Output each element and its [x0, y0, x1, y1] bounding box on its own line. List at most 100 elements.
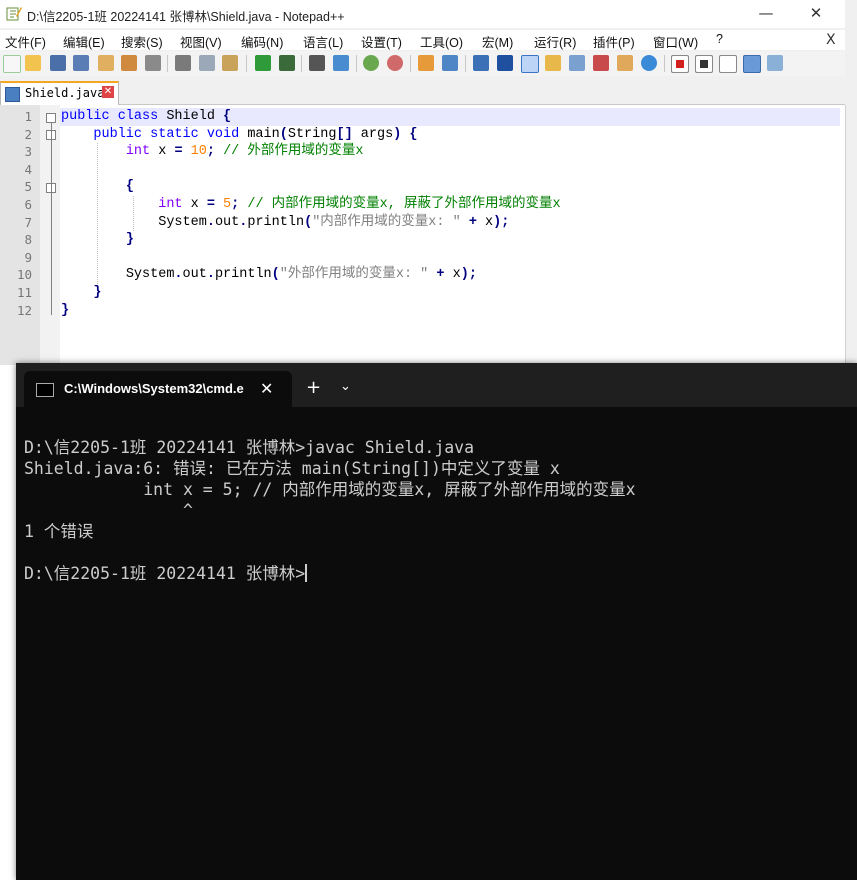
code-line-10: System.out.println("外部作用域的变量x: " + x); — [125, 267, 477, 283]
undo-icon[interactable] — [255, 55, 271, 71]
line-number: 1 — [24, 109, 32, 124]
fold-toggle-icon[interactable] — [46, 113, 56, 123]
saved-file-icon — [5, 87, 20, 102]
run-macro-multiple-icon[interactable] — [743, 55, 761, 73]
menu-window[interactable]: 窗口(W) — [653, 32, 698, 51]
code-editor[interactable]: 1 2 3 4 5 6 7 8 9 10 11 12 public class … — [0, 105, 846, 365]
save-macro-icon[interactable] — [767, 55, 783, 71]
line-number: 2 — [24, 126, 32, 142]
maximize-button[interactable] — [742, 0, 788, 28]
notepad-app-icon — [6, 7, 22, 21]
text-cursor — [305, 564, 308, 582]
toolbar-separator — [167, 55, 168, 72]
toolbar-separator — [465, 55, 466, 72]
terminal-window: C:\Windows\System32\cmd.e ✕ + ⌄ D:\信2205… — [16, 363, 857, 880]
monitoring-icon[interactable] — [641, 55, 657, 71]
document-map-icon[interactable] — [569, 55, 585, 71]
code-line-7: System.out.println("内部作用域的变量x: " + x); — [158, 214, 510, 230]
toolbar-separator — [356, 55, 357, 72]
tab-close-icon[interactable]: ✕ — [102, 86, 114, 98]
line-number: 10 — [16, 267, 32, 283]
menu-plugins[interactable]: 插件(P) — [593, 32, 635, 51]
tab-shield-java[interactable]: Shield.java ✕ — [0, 81, 119, 105]
line-number: 11 — [16, 285, 32, 300]
window-title: D:\信2205-1班 20224141 张博林\Shield.java - N… — [27, 10, 345, 24]
toolbar-separator — [664, 55, 665, 72]
paste-icon[interactable] — [222, 55, 238, 71]
record-macro-icon[interactable] — [671, 55, 689, 73]
terminal-tab-title: C:\Windows\System32\cmd.e — [64, 381, 244, 396]
toolbar-separator — [301, 55, 302, 72]
code-line-8: } — [125, 232, 134, 248]
save-icon[interactable] — [50, 55, 66, 71]
cut-icon[interactable] — [175, 55, 191, 71]
line-number: 3 — [24, 144, 32, 160]
line-number: 9 — [24, 249, 32, 265]
code-line-3: int x = 10; // 外部作用域的变量x — [125, 144, 364, 160]
terminal-prompt: D:\信2205-1班 20224141 张博林> — [24, 564, 306, 583]
menu-tools[interactable]: 工具(O) — [420, 32, 463, 51]
menu-macro[interactable]: 宏(M) — [482, 32, 513, 51]
menu-encoding[interactable]: 编码(N) — [241, 32, 283, 51]
tab-dropdown-icon[interactable]: ⌄ — [340, 379, 351, 394]
close-all-icon[interactable] — [121, 55, 137, 71]
terminal-line: int x = 5; // 内部作用域的变量x, 屏蔽了外部作用域的变量x — [24, 480, 636, 499]
menu-view[interactable]: 视图(V) — [180, 32, 222, 51]
folder-as-workspace-icon[interactable] — [617, 55, 633, 71]
line-number: 4 — [24, 161, 32, 177]
sync-vertical-icon[interactable] — [418, 55, 434, 71]
sync-horizontal-icon[interactable] — [442, 55, 458, 71]
menu-file[interactable]: 文件(F) — [5, 32, 46, 51]
menu-edit[interactable]: 编辑(E) — [63, 32, 105, 51]
terminal-line: 1 个错误 — [24, 522, 94, 541]
title-bar[interactable]: D:\信2205-1班 20224141 张博林\Shield.java - N… — [0, 0, 845, 28]
terminal-line: ^ — [24, 501, 193, 520]
fold-margin — [40, 105, 60, 365]
menu-settings[interactable]: 设置(T) — [361, 32, 402, 51]
save-all-icon[interactable] — [73, 55, 89, 71]
code-line-6: int x = 5; // 内部作用域的变量x, 屏蔽了外部作用域的变量x — [158, 197, 561, 212]
user-language-icon[interactable] — [545, 55, 561, 71]
code-line-12: } — [61, 302, 70, 318]
menu-language[interactable]: 语言(L) — [303, 32, 343, 51]
terminal-tab-close-icon[interactable]: ✕ — [260, 379, 273, 398]
terminal-prompt-line[interactable]: D:\信2205-1班 20224141 张博林> — [24, 563, 308, 584]
function-list-icon[interactable] — [593, 55, 609, 71]
code-line-5: { — [125, 179, 134, 195]
find-icon[interactable] — [309, 55, 325, 71]
show-all-characters-icon[interactable] — [497, 55, 513, 71]
word-wrap-icon[interactable] — [473, 55, 489, 71]
terminal-tab-bar: C:\Windows\System32\cmd.e ✕ + ⌄ — [16, 363, 857, 407]
close-icon[interactable] — [98, 55, 114, 71]
menu-help[interactable]: ? — [716, 32, 723, 46]
print-icon[interactable] — [145, 55, 161, 71]
close-document-button[interactable]: X — [826, 32, 836, 48]
line-number: 12 — [16, 302, 32, 318]
close-button[interactable]: ✕ — [793, 0, 839, 28]
line-number: 8 — [24, 232, 32, 248]
copy-icon[interactable] — [199, 55, 215, 71]
toolbar — [0, 51, 845, 76]
line-number-gutter: 1 2 3 4 5 6 7 8 9 10 11 12 — [0, 105, 40, 365]
terminal-tab-cmd[interactable]: C:\Windows\System32\cmd.e ✕ — [24, 371, 292, 407]
zoom-in-icon[interactable] — [363, 55, 379, 71]
fold-line — [51, 123, 52, 315]
playback-icon[interactable] — [719, 55, 737, 73]
code-line-11: } — [93, 285, 102, 300]
zoom-out-icon[interactable] — [387, 55, 403, 71]
new-tab-button[interactable]: + — [306, 377, 321, 398]
redo-icon[interactable] — [279, 55, 295, 71]
new-file-icon[interactable] — [3, 55, 21, 73]
stop-recording-icon[interactable] — [695, 55, 713, 73]
toolbar-separator — [246, 55, 247, 72]
menu-bar: 文件(F) 编辑(E) 搜索(S) 视图(V) 编码(N) 语言(L) 设置(T… — [0, 30, 845, 50]
menu-run[interactable]: 运行(R) — [534, 32, 576, 51]
line-number: 7 — [24, 214, 32, 230]
indent-guide-icon[interactable] — [521, 55, 539, 73]
menu-search[interactable]: 搜索(S) — [121, 32, 163, 51]
open-file-icon[interactable] — [25, 55, 41, 71]
terminal-line: D:\信2205-1班 20224141 张博林>javac Shield.ja… — [24, 438, 475, 457]
toolbar-separator — [410, 55, 411, 72]
replace-icon[interactable] — [333, 55, 349, 71]
cmd-icon — [36, 383, 54, 397]
